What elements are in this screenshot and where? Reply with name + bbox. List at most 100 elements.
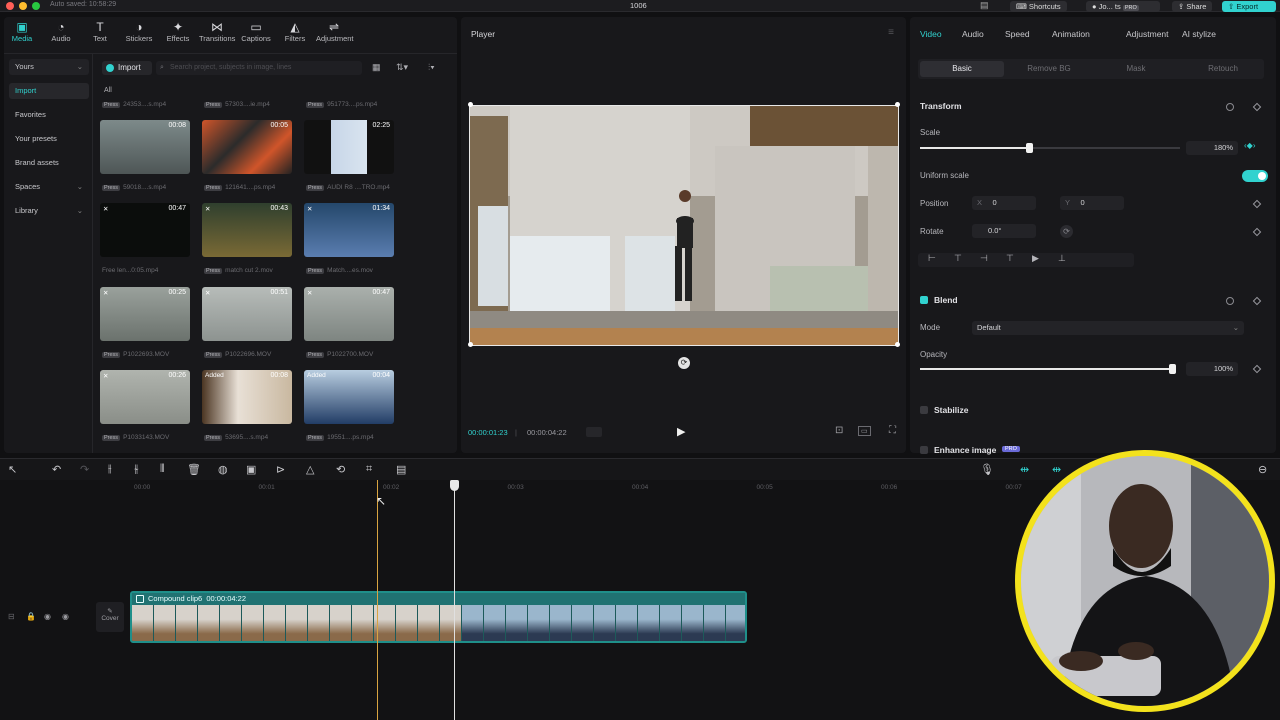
rotate-dial-icon[interactable]: ⟳: [1060, 225, 1073, 238]
blend-header[interactable]: Blend: [934, 295, 958, 305]
freeze-icon[interactable]: ▣: [246, 463, 256, 476]
mirror-icon[interactable]: △: [306, 463, 314, 476]
media-thumbnail[interactable]: 00:05: [202, 120, 292, 174]
scale-slider[interactable]: [920, 143, 1180, 153]
cover-button[interactable]: ✎ Cover: [96, 602, 124, 632]
uniform-scale-toggle[interactable]: [1242, 170, 1268, 182]
aspect-ratio-icon[interactable]: ▭: [858, 426, 871, 436]
tab-animation[interactable]: Animation: [1052, 29, 1090, 39]
subtab-remove-bg[interactable]: Remove BG: [1007, 61, 1091, 77]
minimize-window-button[interactable]: [19, 2, 27, 10]
keyframe-icon[interactable]: [1252, 227, 1262, 237]
align-top-icon[interactable]: ⊤: [1006, 253, 1014, 264]
tab-speed[interactable]: Speed: [1005, 29, 1030, 39]
redo-icon[interactable]: ↷: [80, 463, 89, 476]
undo-icon[interactable]: ↶: [52, 463, 61, 476]
sidebar-item-spaces[interactable]: Spaces ⌄: [9, 179, 89, 195]
tab-audio[interactable]: Audio: [962, 29, 984, 39]
split-icon[interactable]: ⫲: [108, 463, 112, 476]
track-mute-icon[interactable]: ◉: [62, 612, 69, 621]
video-preview[interactable]: [469, 105, 899, 346]
delete-icon[interactable]: 🗑: [187, 463, 201, 476]
tab-media[interactable]: ▣ Media: [4, 21, 40, 44]
crop-icon[interactable]: ⌗: [366, 463, 372, 476]
grid-view-icon[interactable]: ▦: [372, 62, 381, 73]
sidebar-item-import[interactable]: Import: [9, 83, 89, 99]
main-track-magnet-icon[interactable]: ⇹: [1020, 463, 1029, 476]
opacity-slider[interactable]: [920, 364, 1176, 374]
keyframe-icon[interactable]: [1252, 296, 1262, 306]
enhance-image-header[interactable]: Enhance image: [934, 445, 996, 455]
stabilize-checkbox[interactable]: [920, 406, 928, 414]
fullscreen-icon[interactable]: ⛶: [889, 425, 896, 436]
close-icon[interactable]: ✕: [103, 289, 108, 297]
blend-checkbox[interactable]: [920, 296, 928, 304]
sidebar-item-library[interactable]: Library ⌄: [9, 203, 89, 219]
resize-handle[interactable]: [468, 342, 473, 347]
track-lock-icon[interactable]: ⊟: [8, 612, 15, 621]
split-right-icon[interactable]: ⫴: [160, 463, 165, 476]
compound-clip[interactable]: Compound clip6 00:00:04:22: [130, 591, 747, 643]
tab-transitions[interactable]: ⋈ Transitions: [199, 21, 235, 44]
linkage-icon[interactable]: ⇹: [1052, 463, 1061, 476]
media-thumbnail[interactable]: 01:34 ✕: [304, 203, 394, 257]
media-thumbnail[interactable]: 00:08 Added: [202, 370, 292, 424]
resize-handle[interactable]: [895, 102, 900, 107]
rotate-handle-icon[interactable]: ⟳: [678, 357, 690, 369]
keyframe-nav-icon[interactable]: ‹◆›: [1244, 141, 1255, 150]
align-middle-icon[interactable]: ▶: [1032, 253, 1039, 264]
tab-ai-stylize[interactable]: AI stylize: [1182, 29, 1216, 39]
layout-icon[interactable]: ▤: [980, 0, 989, 11]
stabilize-header[interactable]: Stabilize: [934, 405, 968, 415]
media-thumbnail[interactable]: 00:47 ✕: [100, 203, 190, 257]
align-right-icon[interactable]: ⊣: [980, 253, 988, 264]
media-thumbnail[interactable]: 00:04 Added: [304, 370, 394, 424]
tab-stickers[interactable]: ◑ Stickers: [121, 21, 157, 44]
scale-value-field[interactable]: 180%: [1186, 141, 1238, 155]
playhead[interactable]: [454, 482, 455, 720]
screenshot-icon[interactable]: ⊡: [835, 425, 843, 436]
media-thumbnail[interactable]: 00:26 ✕: [100, 370, 190, 424]
player-menu-icon[interactable]: ≡: [888, 27, 894, 38]
marker-icon[interactable]: ◍: [218, 463, 228, 476]
align-center-icon[interactable]: ⊤: [954, 253, 962, 264]
subtab-retouch[interactable]: Retouch: [1181, 61, 1265, 77]
keyframe-icon[interactable]: [1252, 364, 1262, 374]
tab-text[interactable]: T Text: [82, 21, 118, 44]
tab-captions[interactable]: ▭ Captions: [238, 21, 274, 44]
reverse-icon[interactable]: ⊳: [276, 463, 285, 476]
import-button[interactable]: Import: [102, 61, 152, 75]
media-thumbnail[interactable]: 00:25 ✕: [100, 287, 190, 341]
media-thumbnail[interactable]: 02:25: [304, 120, 394, 174]
media-thumbnail[interactable]: 00:08: [100, 120, 190, 174]
maximize-window-button[interactable]: [32, 2, 40, 10]
filter-icon[interactable]: ⫶▾: [428, 62, 435, 73]
keyframe-icon[interactable]: [1252, 199, 1262, 209]
reset-icon[interactable]: [1226, 297, 1234, 305]
align-bottom-icon[interactable]: ⊥: [1058, 253, 1066, 264]
rotate-icon[interactable]: ⟲: [336, 463, 345, 476]
media-thumbnail[interactable]: 00:51 ✕: [202, 287, 292, 341]
rotate-field[interactable]: 0.0°: [972, 224, 1036, 238]
opacity-value-field[interactable]: 100%: [1186, 362, 1238, 376]
keyframe-icon[interactable]: [1252, 102, 1262, 112]
microphone-icon[interactable]: 🎙: [980, 463, 994, 476]
position-y-field[interactable]: Y 0: [1060, 196, 1124, 210]
close-icon[interactable]: ✕: [103, 372, 108, 380]
subtab-mask[interactable]: Mask: [1094, 61, 1178, 77]
tab-audio[interactable]: ◔ Audio: [43, 21, 79, 44]
tab-adjustment[interactable]: ⇌ Adjustment: [316, 21, 354, 44]
timecode-toggle[interactable]: [586, 427, 602, 437]
mode-select[interactable]: Default ⌄: [972, 321, 1244, 335]
media-thumbnail[interactable]: 00:47 ✕: [304, 287, 394, 341]
zoom-fit-icon[interactable]: ⊖: [1258, 463, 1267, 476]
media-thumbnail[interactable]: 00:43 ✕: [202, 203, 292, 257]
close-icon[interactable]: ✕: [307, 205, 312, 213]
sidebar-item-yours[interactable]: Yours ⌄: [9, 59, 89, 75]
scale-slider-knob[interactable]: [1026, 143, 1034, 153]
close-icon[interactable]: ✕: [205, 205, 210, 213]
position-x-field[interactable]: X 0: [972, 196, 1036, 210]
sidebar-item-brand-assets[interactable]: Brand assets: [9, 155, 89, 171]
sidebar-item-favorites[interactable]: Favorites: [9, 107, 89, 123]
track-visibility-icon[interactable]: ◉: [44, 612, 51, 621]
